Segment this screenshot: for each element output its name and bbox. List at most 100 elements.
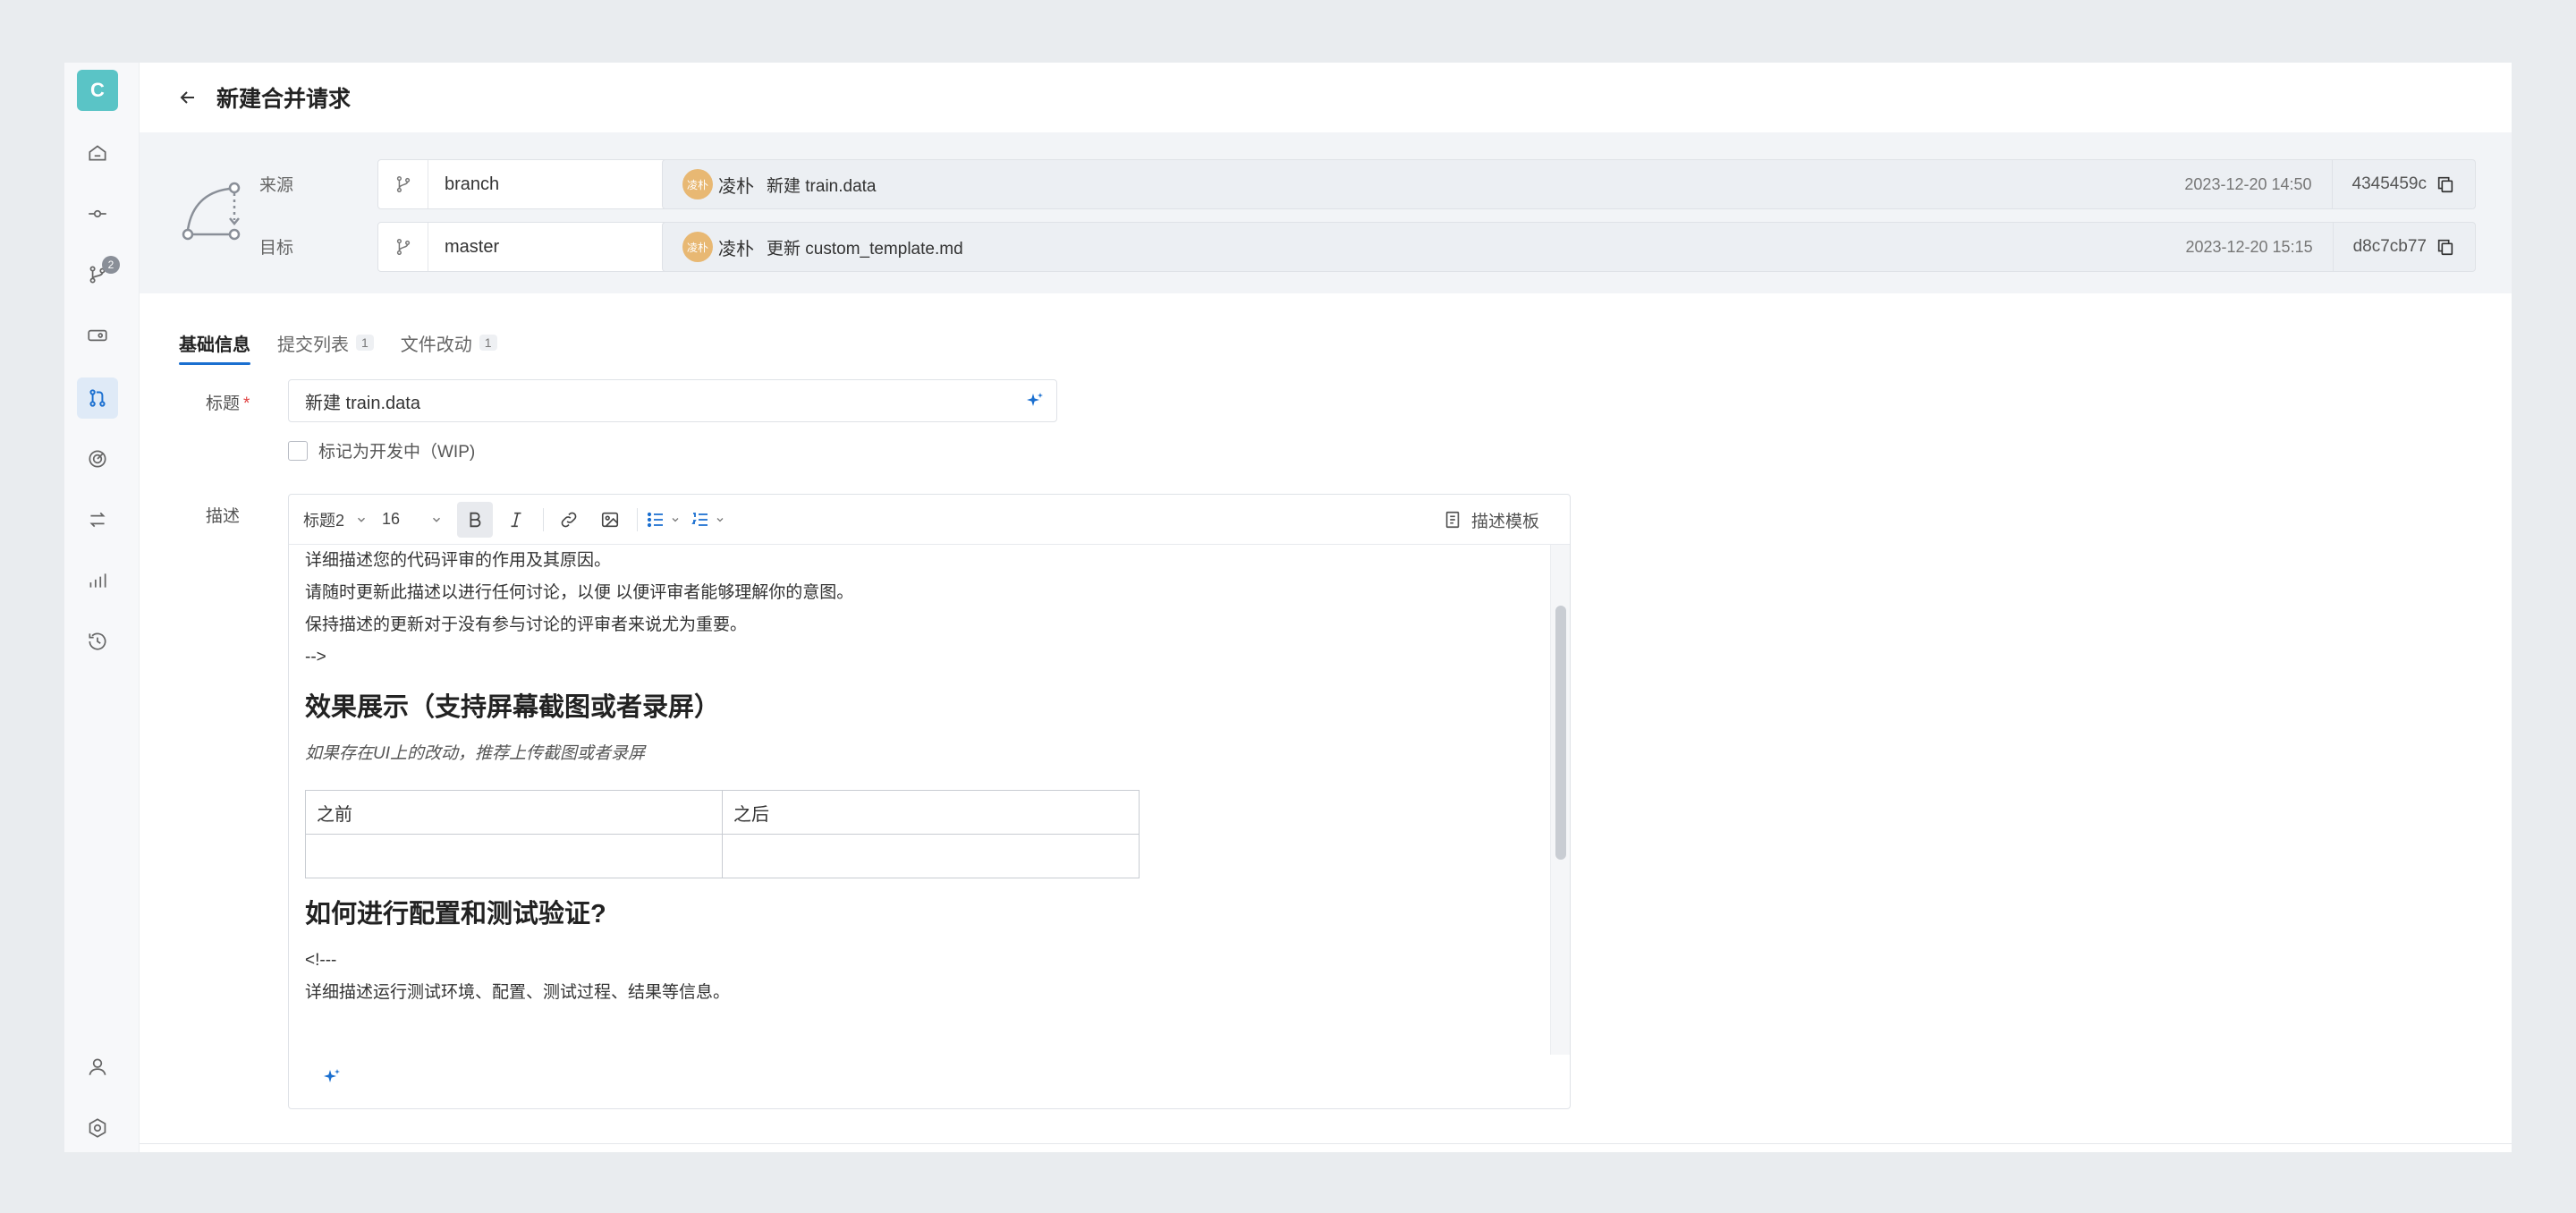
chevron-down-icon: [715, 514, 725, 525]
description-editor[interactable]: 标题2 16 描述模板 详细描述您的代码评审的作用及其原因。 请随时更新此描述以…: [288, 494, 1571, 1109]
italic-button[interactable]: [498, 502, 534, 538]
commit-sha: d8c7cb77: [2332, 223, 2475, 271]
title-label: 标题 *: [206, 390, 250, 414]
sidebar-item-tags[interactable]: [77, 315, 118, 356]
source-commit-info: 凌朴 凌朴 新建 train.data 2023-12-20 14:50 434…: [662, 159, 2476, 209]
content-line: <!---: [305, 951, 337, 970]
target-branch-select[interactable]: master: [377, 222, 710, 272]
ai-sparkle-icon[interactable]: [1024, 391, 1046, 418]
sidebar-item-reviews[interactable]: [77, 438, 118, 479]
title-input[interactable]: 新建 train.data: [288, 379, 1057, 422]
font-size-select[interactable]: 16: [382, 510, 443, 529]
tab-file-changes[interactable]: 文件改动 1: [401, 324, 497, 361]
ai-sparkle-icon[interactable]: [321, 1067, 343, 1093]
tab-basic-info[interactable]: 基础信息: [179, 324, 250, 365]
link-icon: [561, 512, 577, 527]
effect-hint: 如果存在UI上的改动，推荐上传截图或者录屏: [305, 744, 646, 763]
image-icon: [601, 512, 619, 527]
description-label: 描述: [206, 507, 241, 526]
source-branch-select[interactable]: branch: [377, 159, 710, 209]
sidebar-item-commits[interactable]: [77, 193, 118, 234]
scrollbar-thumb[interactable]: [1555, 606, 1566, 860]
link-button[interactable]: [551, 502, 587, 538]
page-header: 新建合并请求: [140, 63, 2512, 132]
sidebar-item-merge-requests[interactable]: [77, 377, 118, 419]
tag-icon: [88, 329, 107, 342]
target-branch-name: master: [445, 236, 500, 257]
table-cell[interactable]: [305, 834, 723, 878]
bullet-list-select[interactable]: [645, 509, 681, 530]
content-line: 保持描述的更新对于没有参与讨论的评审者来说尤为重要。: [305, 615, 748, 634]
description-template-button[interactable]: 描述模板: [1443, 495, 1539, 545]
source-label: 来源: [259, 176, 294, 195]
content-line: 详细描述运行测试环境、配置、测试过程、结果等信息。: [305, 983, 731, 1002]
branch-compare-panel: 来源 branch 凌朴 凌朴 新建 train.data 2023-12-20…: [140, 132, 2512, 293]
sidebar-item-branches[interactable]: 2: [77, 254, 120, 295]
commit-message[interactable]: 更新 custom_template.md: [767, 235, 2185, 259]
heading-select[interactable]: 标题2: [303, 508, 368, 531]
target-icon: [89, 450, 106, 468]
editor-content[interactable]: 详细描述您的代码评审的作用及其原因。 请随时更新此描述以进行任何讨论，以便 以便…: [305, 545, 1546, 1053]
sidebar-item-compare[interactable]: [77, 499, 118, 540]
sidebar-item-home[interactable]: [77, 132, 118, 174]
chevron-down-icon: [430, 513, 443, 526]
commit-icon: [89, 209, 106, 218]
commit-author: 凌朴: [718, 239, 754, 259]
history-icon: [89, 632, 106, 650]
content-line: 详细描述您的代码评审的作用及其原因。: [305, 551, 612, 570]
table-row: [305, 834, 1140, 878]
toolbar-divider: [637, 507, 639, 531]
ordered-list-select[interactable]: [690, 509, 725, 530]
document-icon: [1445, 511, 1460, 529]
italic-icon: [511, 512, 521, 527]
bold-button[interactable]: [457, 501, 494, 538]
table-row: 之前 之后: [305, 790, 1140, 835]
commit-time: 2023-12-20 15:15: [2185, 237, 2313, 256]
sidebar-item-members[interactable]: [77, 1047, 118, 1088]
commit-sha: 4345459c: [2331, 160, 2475, 208]
editor-toolbar: 标题2 16 描述模板: [289, 495, 1570, 545]
chevron-down-icon: [355, 513, 368, 526]
tab-bar: 基础信息 提交列表 1 文件改动 1: [179, 324, 524, 365]
merge-graphic-icon: [182, 182, 241, 241]
copy-icon[interactable]: [2436, 237, 2455, 257]
page-title: 新建合并请求: [216, 87, 352, 112]
toolbar-divider: [543, 507, 545, 531]
user-icon: [89, 1058, 106, 1075]
tab-label: 基础信息: [179, 335, 250, 355]
sidebar-item-statistics[interactable]: [77, 560, 118, 601]
wip-label: 标记为开发中（WIP): [318, 443, 476, 462]
merge-request-icon: [89, 389, 106, 407]
commit-message[interactable]: 新建 train.data: [767, 173, 2184, 197]
editor-scrollbar[interactable]: [1550, 545, 1570, 1055]
target-label: 目标: [259, 239, 294, 258]
commit-sha-text[interactable]: d8c7cb77: [2353, 237, 2427, 257]
sidebar-item-settings[interactable]: [77, 1107, 118, 1149]
table-cell-after[interactable]: 之后: [722, 790, 1140, 835]
heading-value: 标题2: [303, 511, 345, 530]
wip-checkbox[interactable]: [288, 440, 308, 461]
section-heading-effect: 效果展示（支持屏幕截图或者录屏）: [305, 693, 721, 722]
wip-checkbox-row[interactable]: 标记为开发中（WIP): [288, 438, 475, 462]
source-branch-name: branch: [445, 174, 500, 194]
required-mark: *: [243, 394, 250, 413]
table-cell[interactable]: [722, 834, 1140, 878]
commit-sha-text[interactable]: 4345459c: [2352, 174, 2427, 194]
chevron-down-icon: [670, 514, 681, 525]
copy-icon[interactable]: [2436, 174, 2455, 194]
image-button[interactable]: [592, 502, 628, 538]
project-logo[interactable]: C: [77, 70, 118, 111]
template-label: 描述模板: [1470, 512, 1539, 531]
title-input-value: 新建 train.data: [305, 393, 420, 413]
arrow-left-icon: [180, 91, 194, 104]
sidebar-item-history[interactable]: [77, 621, 118, 662]
before-after-table: 之前 之后: [305, 790, 1140, 878]
commit-time: 2023-12-20 14:50: [2184, 174, 2312, 193]
branch-count-badge: 2: [102, 256, 120, 274]
table-cell-before[interactable]: 之前: [305, 790, 723, 835]
bold-icon: [470, 512, 481, 527]
sidebar: C 2: [64, 63, 140, 1152]
back-button[interactable]: [174, 83, 202, 112]
tab-commits[interactable]: 提交列表 1: [277, 324, 374, 361]
avatar: 凌朴: [682, 169, 713, 199]
